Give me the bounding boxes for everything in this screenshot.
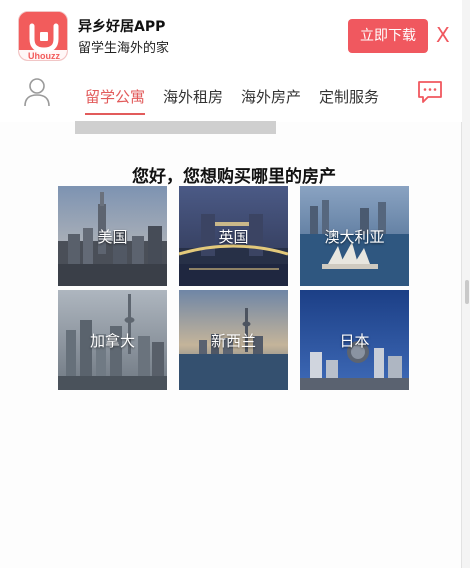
country-tile-australia[interactable]: 澳大利亚 xyxy=(300,186,409,286)
country-label-uk: 英国 xyxy=(218,227,249,246)
country-label-australia: 澳大利亚 xyxy=(324,227,385,246)
country-label-new-zealand: 新西兰 xyxy=(210,331,256,350)
country-tile-japan[interactable]: 日本 xyxy=(300,290,409,390)
logo-text: Uhouzz xyxy=(28,51,60,61)
scrollbar-thumb[interactable] xyxy=(465,280,469,304)
chat-icon[interactable] xyxy=(416,78,444,106)
country-tile-uk[interactable]: 英国 xyxy=(179,186,288,286)
close-banner-button[interactable]: X xyxy=(436,20,450,50)
country-tile-new-zealand[interactable]: 新西兰 xyxy=(179,290,288,390)
tab-overseas-property[interactable]: 海外房产 xyxy=(241,87,301,115)
top-navigation: 留学公寓 海外租房 海外房产 定制服务 xyxy=(0,72,462,122)
mobile-page: Uhouzz 异乡好居APP 留学生海外的家 立即下载 X 留学公寓 海外租房 海外… xyxy=(0,0,462,568)
country-label-japan: 日本 xyxy=(339,331,370,350)
loading-placeholder-bar xyxy=(75,121,276,134)
user-icon[interactable] xyxy=(22,76,52,108)
download-app-button[interactable]: 立即下载 xyxy=(348,19,428,53)
country-tile-canada[interactable]: 加拿大 xyxy=(58,290,167,390)
app-download-banner: Uhouzz 异乡好居APP 留学生海外的家 立即下载 X xyxy=(0,0,462,72)
page-scrollbar[interactable] xyxy=(462,0,470,568)
country-label-usa: 美国 xyxy=(97,227,128,246)
page-heading: 您好，您想购买哪里的房产 xyxy=(132,167,336,187)
app-tagline: 留学生海外的家 xyxy=(78,41,170,56)
app-name: 异乡好居APP xyxy=(78,19,166,35)
tab-student-apartment[interactable]: 留学公寓 xyxy=(85,87,146,115)
tab-overseas-rental[interactable]: 海外租房 xyxy=(163,87,223,115)
category-tabs: 留学公寓 海外租房 海外房产 定制服务 xyxy=(85,87,395,117)
tab-custom-service[interactable]: 定制服务 xyxy=(319,87,379,115)
country-label-canada: 加拿大 xyxy=(89,331,135,350)
country-tile-usa[interactable]: 美国 xyxy=(58,186,167,286)
uhouzz-logo: Uhouzz xyxy=(18,11,68,61)
